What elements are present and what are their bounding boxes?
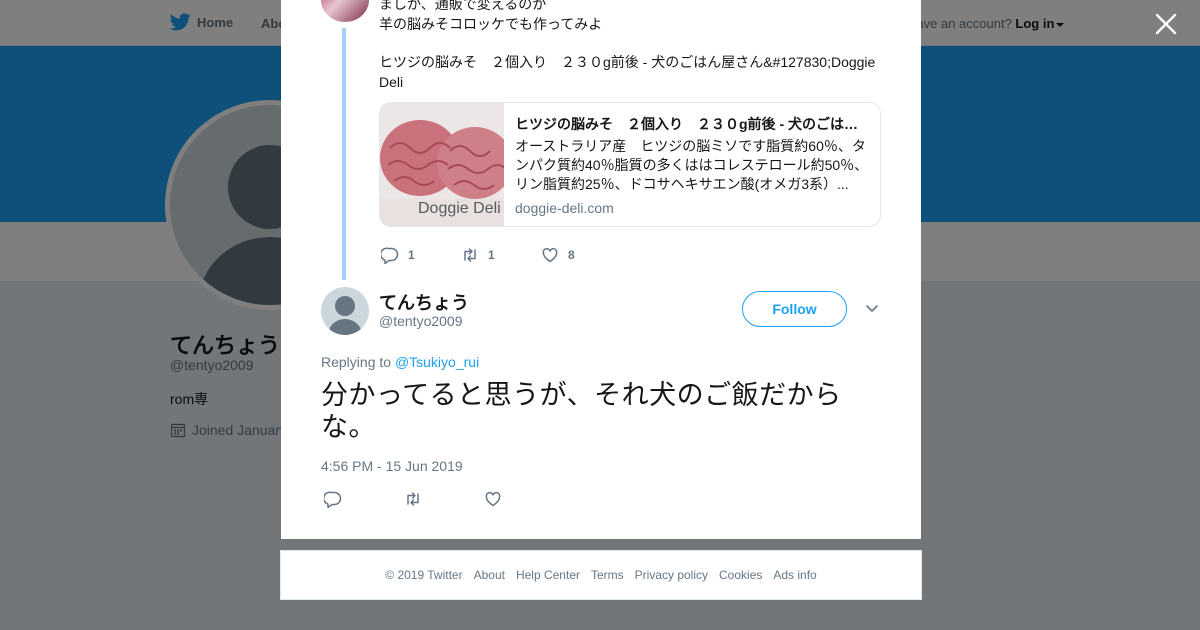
previous-tweet-link-text: ヒツジの脳みそ ２個入り ２３０g前後 - 犬のごはん屋さん&#127830;D… (379, 54, 876, 90)
card-thumbnail: Doggie Deli (380, 103, 504, 226)
heart-icon (485, 491, 501, 507)
retweet-button[interactable]: 1 (461, 246, 541, 264)
main-tweet-author-name[interactable]: てんちょう (379, 289, 469, 315)
replying-prefix: Replying to (321, 354, 392, 370)
link-preview-card[interactable]: Doggie Deli ヒツジの脳みそ ２個入り ２３０g前後 - 犬のごはん屋… (379, 102, 881, 227)
previous-tweet-avatar[interactable] (321, 0, 369, 22)
main-tweet-text: 分かってると思うが、それ犬のご飯だからな。 (321, 380, 842, 442)
close-icon[interactable] (1153, 11, 1179, 37)
retweet-icon (464, 248, 476, 262)
card-image-watermark: Doggie Deli (418, 200, 501, 217)
retweet-icon (407, 492, 419, 506)
footer-copyright: © 2019 Twitter (385, 568, 463, 582)
previous-tweet-text: ましか、通販で変えるのか 羊の脳みそコロッケでも作ってみよ (379, 0, 879, 34)
previous-tweet-actions: 1 1 8 (381, 246, 621, 264)
card-body: ヒツジの脳みそ ２個入り ２３０g前後 - 犬のごはん屋さん オーストラリア産 … (515, 115, 870, 216)
tweet-permalink-modal: ましか、通販で変えるのか 羊の脳みそコロッケでも作ってみよ ヒツジの脳みそ ２個… (281, 0, 921, 539)
default-avatar-icon (328, 296, 362, 335)
thread-connector-line (342, 28, 346, 280)
main-tweet-author-handle[interactable]: @tentyo2009 (379, 313, 463, 329)
chevron-down-icon[interactable] (864, 300, 880, 316)
footer-link-privacy[interactable]: Privacy policy (635, 568, 708, 582)
footer-link-about[interactable]: About (474, 568, 505, 582)
heart-icon (542, 247, 558, 263)
previous-tweet-line-1: ましか、通販で変えるのか (379, 0, 547, 12)
card-domain: doggie-deli.com (515, 200, 614, 216)
like-button[interactable] (484, 490, 564, 508)
main-tweet-timestamp[interactable]: 4:56 PM - 15 Jun 2019 (321, 458, 463, 474)
card-description: オーストラリア産 ヒツジの脳ミソです脂質約60％、タンパク質約40％脂質の多くは… (515, 138, 869, 192)
replying-to: Replying to @Tsukiyo_rui (321, 354, 479, 370)
footer-link-ads-info[interactable]: Ads info (773, 568, 816, 582)
previous-tweet-line-2: 羊の脳みそコロッケでも作ってみよ (379, 16, 603, 32)
reply-icon (381, 247, 399, 264)
retweet-button[interactable] (404, 490, 484, 508)
main-tweet-avatar[interactable] (321, 287, 369, 335)
footer-link-help-center[interactable]: Help Center (516, 568, 580, 582)
replying-to-link[interactable]: @Tsukiyo_rui (395, 354, 479, 370)
reply-count: 1 (408, 248, 415, 262)
like-count: 8 (568, 248, 575, 262)
follow-button[interactable]: Follow (742, 291, 847, 327)
modal-footer: © 2019 Twitter About Help Center Terms P… (280, 550, 922, 600)
footer-link-terms[interactable]: Terms (591, 568, 624, 582)
like-button[interactable]: 8 (541, 246, 621, 264)
reply-button[interactable]: 1 (381, 246, 461, 264)
reply-button[interactable] (324, 490, 404, 508)
footer-link-cookies[interactable]: Cookies (719, 568, 762, 582)
card-title: ヒツジの脳みそ ２個入り ２３０g前後 - 犬のごはん屋さん (515, 116, 870, 132)
reply-icon (324, 491, 342, 508)
retweet-count: 1 (488, 248, 495, 262)
main-tweet-actions (324, 490, 564, 508)
